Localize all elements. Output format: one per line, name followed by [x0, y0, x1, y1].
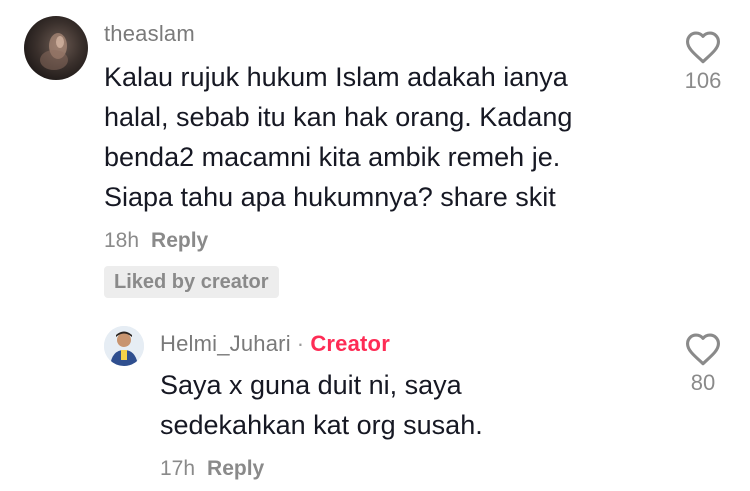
- like-button[interactable]: 80: [678, 332, 728, 396]
- avatar[interactable]: [24, 16, 88, 80]
- creator-badge: Creator: [310, 331, 390, 356]
- like-button[interactable]: 106: [678, 30, 728, 94]
- reply-meta: 17h Reply: [160, 457, 264, 481]
- comment-meta: 18h Reply: [104, 229, 208, 253]
- comment-username[interactable]: theaslam: [104, 21, 195, 47]
- separator-dot: ·: [296, 331, 305, 356]
- like-count: 106: [684, 68, 722, 93]
- comment-text: Kalau rujuk hukum Islam adakah ianya hal…: [104, 62, 573, 212]
- reply-button[interactable]: Reply: [151, 229, 208, 252]
- comment-timestamp: 18h: [104, 229, 140, 252]
- reply-username[interactable]: Helmi_Juhari: [160, 331, 291, 356]
- reply-username-row: Helmi_Juhari · Creator: [160, 331, 390, 357]
- avatar-image: [104, 326, 144, 366]
- avatar-image: [40, 33, 68, 70]
- heart-outline-icon: [686, 31, 720, 64]
- like-count: 80: [690, 370, 716, 395]
- reply-button[interactable]: Reply: [207, 457, 264, 480]
- reply-text: Saya x guna duit ni, saya sedekahkan kat…: [160, 370, 483, 440]
- avatar[interactable]: [104, 326, 144, 366]
- liked-by-creator-badge: Liked by creator: [104, 266, 279, 298]
- reply-timestamp: 17h: [160, 457, 196, 480]
- heart-outline-icon: [686, 333, 720, 366]
